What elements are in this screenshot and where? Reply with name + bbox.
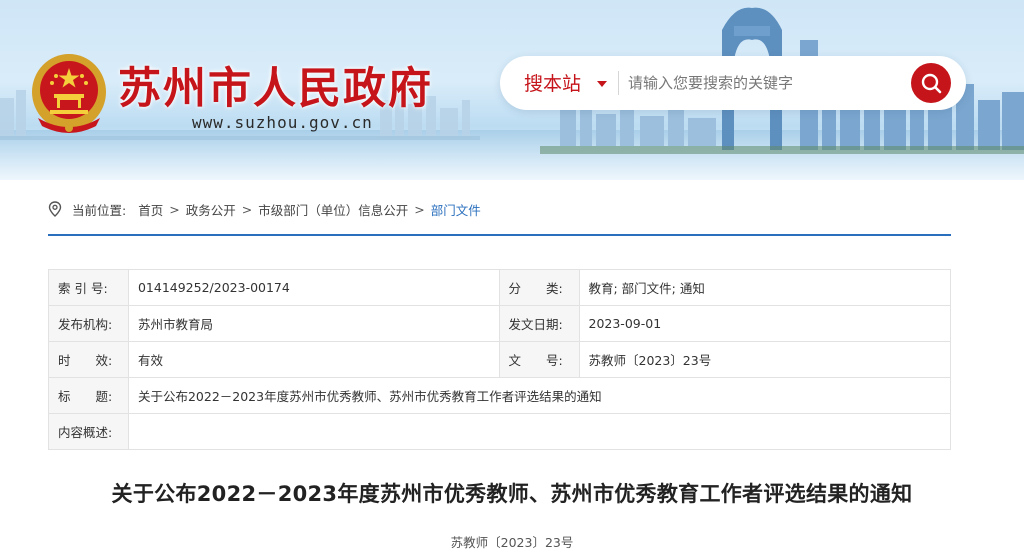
location-pin-icon bbox=[48, 201, 62, 217]
index-number-value: 014149252/2023-00174 bbox=[127, 269, 500, 306]
header-banner: 苏州市人民政府 www.suzhou.gov.cn 搜本站 bbox=[0, 0, 1024, 180]
breadcrumb-separator: > bbox=[169, 201, 180, 217]
search-button[interactable] bbox=[911, 63, 951, 103]
national-emblem-icon bbox=[32, 54, 106, 133]
search-box: 搜本站 bbox=[500, 56, 966, 110]
title-value: 关于公布2022－2023年度苏州市优秀教师、苏州市优秀教育工作者评选结果的通知 bbox=[127, 377, 952, 414]
title-label: 标 题: bbox=[48, 377, 129, 414]
doc-number-label: 文 号: bbox=[498, 341, 580, 378]
publisher-value: 苏州市教育局 bbox=[127, 305, 500, 342]
breadcrumb-home[interactable]: 首页 bbox=[138, 200, 163, 219]
table-row: 标 题: 关于公布2022－2023年度苏州市优秀教师、苏州市优秀教育工作者评选… bbox=[48, 377, 952, 414]
breadcrumb-separator: > bbox=[241, 201, 253, 217]
breadcrumb: 当前位置: 首页 > 政务公开 > 市级部门（单位）信息公开 > 部门文件 bbox=[48, 199, 481, 219]
breadcrumb-dept-info[interactable]: 市级部门（单位）信息公开 bbox=[258, 200, 408, 219]
table-row: 索 引 号: 014149252/2023-00174 分 类: 教育; 部门文… bbox=[48, 269, 951, 306]
validity-value: 有效 bbox=[127, 341, 500, 378]
issue-date-label: 发文日期: bbox=[498, 305, 580, 342]
table-row: 发布机构: 苏州市教育局 发文日期: 2023-09-01 bbox=[48, 305, 951, 342]
search-icon bbox=[921, 73, 942, 94]
table-row: 时 效: 有效 文 号: 苏教师〔2023〕23号 bbox=[48, 341, 951, 378]
document-info-table: 索 引 号: 014149252/2023-00174 分 类: 教育; 部门文… bbox=[48, 269, 952, 450]
site-title[interactable]: 苏州市人民政府 bbox=[118, 54, 433, 116]
summary-label: 内容概述: bbox=[48, 413, 129, 450]
breadcrumb-gov-affairs[interactable]: 政务公开 bbox=[186, 200, 236, 219]
issue-date-value: 2023-09-01 bbox=[578, 305, 951, 342]
doc-number-value: 苏教师〔2023〕23号 bbox=[578, 341, 951, 378]
category-label: 分 类: bbox=[498, 269, 580, 306]
site-url[interactable]: www.suzhou.gov.cn bbox=[192, 113, 373, 132]
search-input[interactable] bbox=[628, 68, 898, 98]
category-value: 教育; 部门文件; 通知 bbox=[578, 269, 951, 306]
summary-value bbox=[127, 413, 952, 450]
breadcrumb-prefix: 当前位置: bbox=[72, 202, 127, 218]
validity-label: 时 效: bbox=[48, 341, 129, 378]
breadcrumb-dept-documents[interactable]: 部门文件 bbox=[431, 200, 481, 219]
search-scope-select[interactable]: 搜本站 bbox=[524, 69, 581, 96]
article-doc-number: 苏教师〔2023〕23号 bbox=[450, 535, 574, 550]
table-row: 内容概述: bbox=[48, 413, 952, 450]
publisher-label: 发布机构: bbox=[48, 305, 129, 342]
article-title: 关于公布2022－2023年度苏州市优秀教师、苏州市优秀教育工作者评选结果的通知 bbox=[111, 482, 913, 506]
search-divider bbox=[618, 71, 619, 95]
breadcrumb-divider bbox=[48, 234, 951, 236]
chevron-down-icon[interactable] bbox=[597, 81, 607, 87]
breadcrumb-separator: > bbox=[414, 201, 425, 217]
index-number-label: 索 引 号: bbox=[48, 269, 129, 306]
